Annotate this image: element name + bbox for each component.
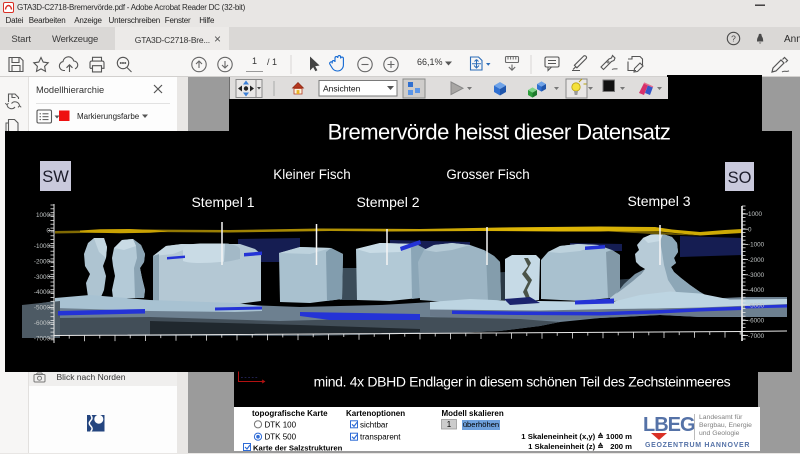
svg-text:-3000: -3000	[748, 272, 765, 279]
svg-text:-1000: -1000	[748, 242, 765, 249]
svg-text:-6000: -6000	[748, 318, 765, 325]
svg-text:Stempel 2: Stempel 2	[356, 194, 419, 210]
svg-text:-2000: -2000	[34, 258, 51, 265]
svg-text:-5000: -5000	[34, 305, 51, 312]
svg-text:SW: SW	[42, 168, 69, 186]
svg-text:0: 0	[748, 226, 752, 233]
svg-text:mind. 4x DBHD Endlager in dies: mind. 4x DBHD Endlager in diesem schönen…	[314, 374, 731, 390]
svg-text:0: 0	[46, 228, 50, 235]
svg-text:1000: 1000	[748, 211, 763, 218]
svg-text:-4000: -4000	[34, 289, 51, 296]
svg-text:-6000: -6000	[34, 320, 51, 327]
svg-text:-2000: -2000	[748, 257, 765, 264]
svg-text:Stempel 1: Stempel 1	[191, 194, 254, 210]
svg-text:-5000: -5000	[748, 302, 765, 309]
svg-text:-1000: -1000	[34, 243, 51, 250]
svg-text:Grosser Fisch: Grosser Fisch	[446, 167, 529, 182]
svg-text:-7000: -7000	[748, 333, 765, 340]
svg-text:Stempel 3: Stempel 3	[627, 193, 690, 209]
svg-text:Ansichten: Ansichten	[323, 84, 361, 94]
svg-text:SO: SO	[728, 169, 752, 187]
svg-text:Kleiner Fisch: Kleiner Fisch	[273, 167, 350, 182]
svg-text:-3000: -3000	[34, 274, 51, 281]
svg-text:Bremervörde heisst dieser Date: Bremervörde heisst dieser Datensatz	[328, 120, 671, 145]
svg-text:-4000: -4000	[748, 287, 765, 294]
svg-text:-7000: -7000	[34, 335, 51, 342]
svg-text:1000: 1000	[36, 212, 51, 219]
